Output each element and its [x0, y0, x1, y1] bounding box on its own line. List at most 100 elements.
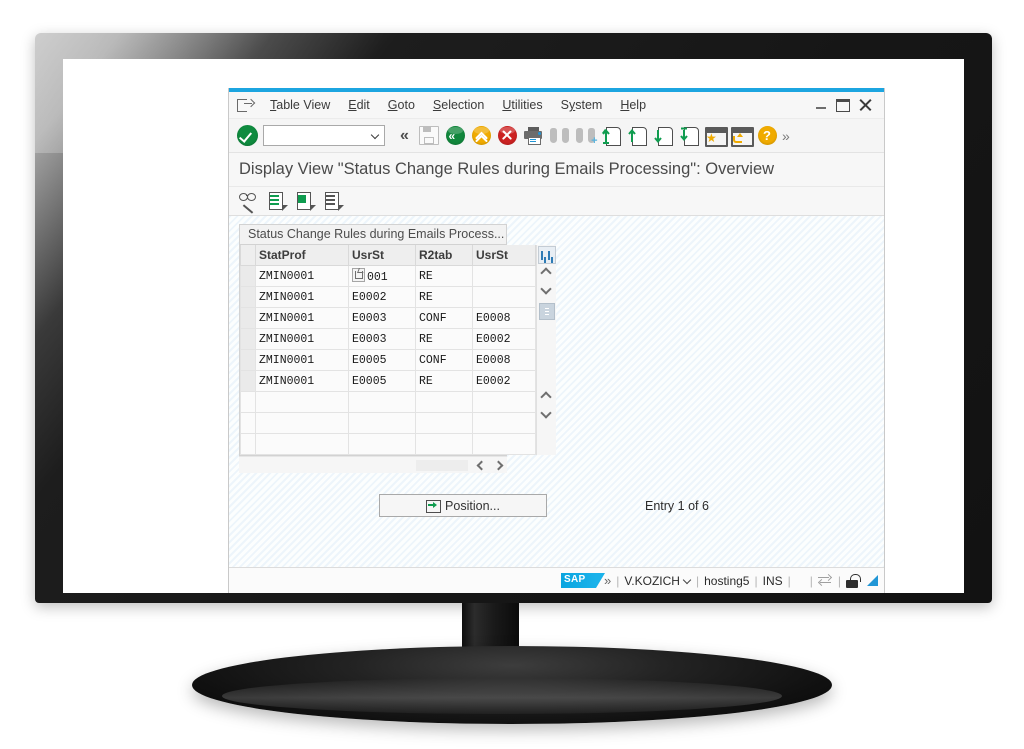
print-button[interactable] [520, 123, 546, 149]
cell-usrst-2[interactable]: E0002 [472, 370, 536, 392]
scroll-up-icon[interactable] [541, 267, 551, 277]
table-row[interactable]: ZMIN0001 E0003 CONF E0008 [240, 307, 536, 329]
scroll-thumb[interactable] [539, 303, 555, 320]
cell-empty[interactable] [415, 412, 473, 434]
exit-icon[interactable] [237, 97, 256, 113]
unlocked-padlock-icon[interactable] [846, 573, 861, 588]
row-selector[interactable] [240, 370, 256, 392]
cell-empty[interactable] [415, 433, 473, 455]
cancel-button[interactable] [494, 123, 520, 149]
cell-usrst-1[interactable]: E0005 [348, 349, 416, 371]
create-shortcut-button[interactable] [728, 123, 754, 149]
table-horizontal-scrollbar[interactable] [239, 456, 507, 473]
table-row-empty[interactable] [240, 391, 536, 413]
last-page-button[interactable] [676, 123, 702, 149]
exit-up-button[interactable] [468, 123, 494, 149]
details-button[interactable] [321, 190, 345, 212]
menu-table-view[interactable]: TTable Viewable View [261, 96, 339, 114]
table-row[interactable]: ZMIN0001 E0003 RE E0002 [240, 328, 536, 350]
find-button[interactable] [546, 123, 572, 149]
cell-statprof[interactable]: ZMIN0001 [255, 328, 349, 350]
cell-usrst-1[interactable]: E0002 [348, 286, 416, 308]
command-field[interactable] [263, 125, 385, 146]
cell-r2tab[interactable]: CONF [415, 307, 473, 329]
cell-statprof[interactable]: ZMIN0001 [255, 307, 349, 329]
cell-empty[interactable] [348, 433, 416, 455]
display-change-button[interactable] [237, 190, 261, 214]
menu-help[interactable]: Help [611, 96, 655, 114]
table-row[interactable]: ZMIN0001 E0005 CONF E0008 [240, 349, 536, 371]
menu-selection[interactable]: Selection [424, 96, 493, 114]
menu-system[interactable]: System [552, 96, 612, 114]
cell-empty[interactable] [255, 433, 349, 455]
cell-usrst-1[interactable]: E0003 [348, 307, 416, 329]
table-row-empty[interactable] [240, 412, 536, 434]
save-button[interactable] [416, 123, 442, 149]
maximize-button[interactable] [836, 98, 850, 112]
cell-empty[interactable] [255, 391, 349, 413]
cell-empty[interactable] [472, 412, 536, 434]
row-selector[interactable] [240, 433, 256, 455]
cell-r2tab[interactable]: RE [415, 328, 473, 350]
cell-empty[interactable] [472, 433, 536, 455]
position-button[interactable]: Position... [379, 494, 547, 517]
row-selector-header[interactable] [240, 245, 256, 266]
scroll-page-up-icon[interactable] [541, 391, 551, 401]
find-next-button[interactable]: + [572, 123, 598, 149]
row-selector[interactable] [240, 307, 256, 329]
status-insert-mode[interactable]: INS [763, 574, 783, 588]
back-button[interactable]: « [442, 123, 468, 149]
row-selector[interactable] [240, 286, 256, 308]
resize-grip-icon[interactable] [867, 575, 878, 586]
row-selector[interactable] [240, 349, 256, 371]
next-page-button[interactable] [650, 123, 676, 149]
h-scroll-track[interactable] [416, 459, 468, 471]
cell-usrst-2[interactable] [472, 286, 536, 308]
back-double-button[interactable]: « [390, 123, 416, 149]
previous-page-button[interactable] [624, 123, 650, 149]
column-header-r2tab[interactable]: R2tab [415, 245, 473, 266]
scroll-page-down-icon[interactable] [541, 409, 551, 419]
cell-r2tab[interactable]: RE [415, 286, 473, 308]
cell-r2tab[interactable]: RE [415, 265, 473, 287]
scroll-left-icon[interactable] [476, 460, 486, 471]
table-row[interactable]: ZMIN0001 E0005 RE E0002 [240, 370, 536, 392]
cell-empty[interactable] [348, 391, 416, 413]
table-row-empty[interactable] [240, 433, 536, 455]
cell-statprof[interactable]: ZMIN0001 [255, 286, 349, 308]
column-config-icon[interactable] [538, 246, 556, 264]
column-header-usrst-2[interactable]: UsrSt [472, 245, 536, 266]
table-vertical-scrollbar[interactable] [536, 245, 556, 455]
cell-empty[interactable] [472, 391, 536, 413]
enter-button[interactable] [234, 123, 260, 149]
menu-goto[interactable]: Goto [379, 96, 424, 114]
first-page-button[interactable] [598, 123, 624, 149]
cell-usrst-1[interactable]: E0005 [348, 370, 416, 392]
table-row[interactable]: ZMIN0001 001 RE [240, 265, 536, 287]
create-session-button[interactable]: ★ [702, 123, 728, 149]
scroll-down-icon[interactable] [541, 285, 551, 295]
cell-empty[interactable] [348, 412, 416, 434]
copy-as-button[interactable] [293, 190, 317, 212]
scroll-right-icon[interactable] [494, 460, 504, 471]
chevron-down-icon[interactable] [372, 132, 379, 139]
row-selector[interactable] [240, 391, 256, 413]
cell-empty[interactable] [415, 391, 473, 413]
cell-usrst-2[interactable]: E0008 [472, 307, 536, 329]
column-header-usrst-1[interactable]: UsrSt [348, 245, 416, 266]
minimize-button[interactable] [816, 99, 827, 112]
cell-usrst-1[interactable]: 001 [348, 265, 416, 287]
toolbar-overflow[interactable]: » [780, 128, 790, 144]
cell-usrst-2[interactable]: E0008 [472, 349, 536, 371]
row-selector[interactable] [240, 328, 256, 350]
close-button[interactable] [859, 99, 872, 112]
cell-statprof[interactable]: ZMIN0001 [255, 349, 349, 371]
table-row[interactable]: ZMIN0001 E0002 RE [240, 286, 536, 308]
status-more-button[interactable]: » [604, 573, 611, 588]
menu-utilities[interactable]: Utilities [493, 96, 551, 114]
cell-statprof[interactable]: ZMIN0001 [255, 370, 349, 392]
help-button[interactable]: ? [754, 123, 780, 149]
matchcode-icon[interactable] [352, 268, 365, 282]
column-header-statprof[interactable]: StatProf [255, 245, 349, 266]
cell-usrst-2[interactable]: E0002 [472, 328, 536, 350]
